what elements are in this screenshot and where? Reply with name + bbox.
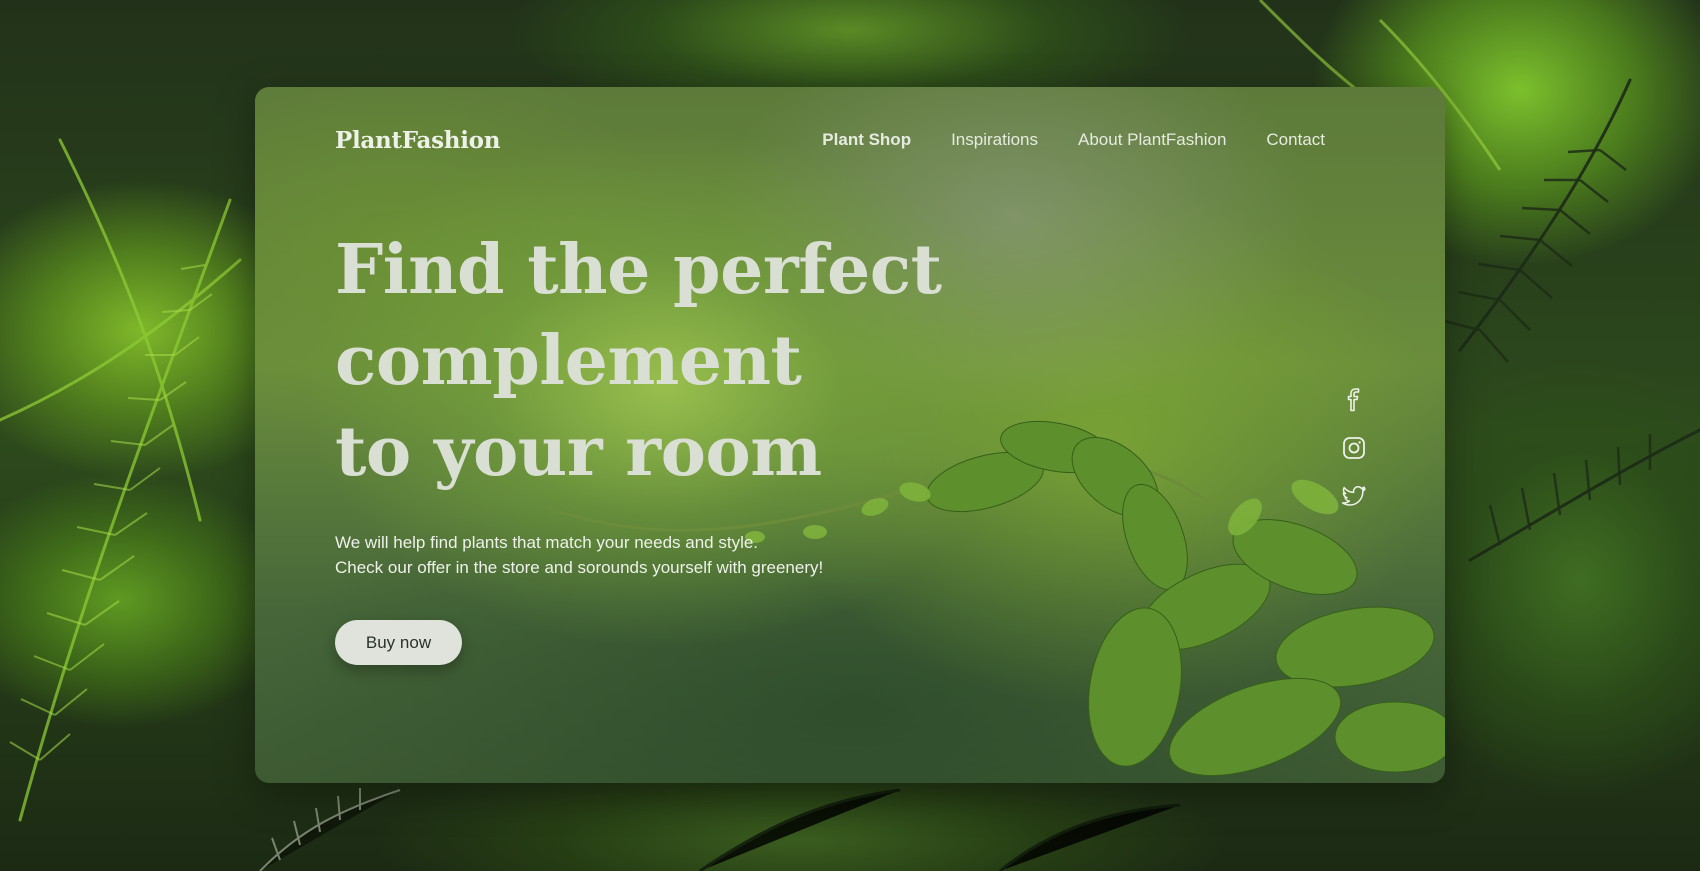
twitter-link[interactable] (1341, 483, 1367, 509)
brand-logo[interactable]: PlantFashion (335, 127, 500, 154)
nav-link-contact[interactable]: Contact (1266, 130, 1325, 149)
nav-item: Inspirations (951, 130, 1038, 150)
hero-title: Find the perfect complement to your room (335, 225, 975, 498)
facebook-icon (1347, 388, 1360, 412)
nav-link-inspirations[interactable]: Inspirations (951, 130, 1038, 149)
instagram-icon (1343, 437, 1365, 459)
hero-title-line: Find the perfect (335, 230, 942, 310)
hero-title-line: to your room (335, 412, 822, 492)
hero-description: We will help find plants that match your… (335, 530, 823, 580)
twitter-icon (1341, 486, 1366, 506)
nav-link-plant-shop[interactable]: Plant Shop (822, 130, 911, 149)
nav-item: Contact (1266, 130, 1325, 150)
hero-title-line: complement (335, 321, 802, 401)
facebook-link[interactable] (1341, 387, 1367, 413)
social-links (1341, 387, 1367, 509)
nav-item: Plant Shop (822, 130, 911, 150)
instagram-link[interactable] (1341, 435, 1367, 461)
nav-link-about[interactable]: About PlantFashion (1078, 130, 1226, 149)
hero-text-line: We will help find plants that match your… (335, 533, 759, 552)
hero-text-line: Check our offer in the store and soround… (335, 558, 824, 577)
buy-now-button[interactable]: Buy now (335, 620, 462, 665)
hero-card: PlantFashion Plant Shop Inspirations Abo… (255, 87, 1445, 783)
nav-item: About PlantFashion (1078, 130, 1226, 150)
main-nav: Plant Shop Inspirations About PlantFashi… (822, 130, 1325, 150)
